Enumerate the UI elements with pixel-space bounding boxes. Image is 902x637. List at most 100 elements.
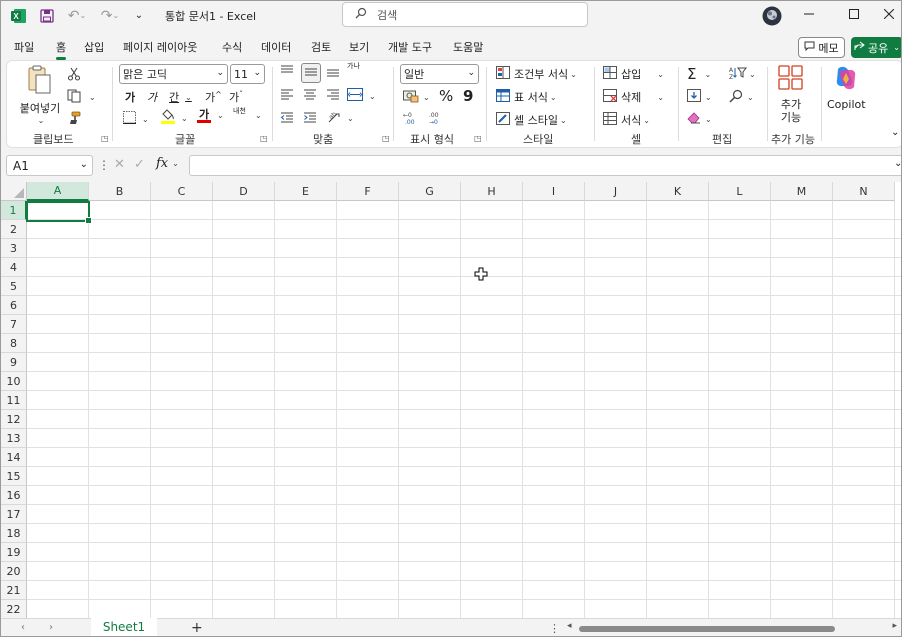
shrink-font-button[interactable]: 가ˇ — [229, 89, 243, 105]
copy-button[interactable]: ⌄ — [67, 89, 96, 106]
row-header[interactable]: 2 — [1, 220, 27, 239]
column-header[interactable]: H — [461, 182, 523, 201]
format-painter-button[interactable] — [67, 111, 81, 128]
more-options-icon[interactable]: ⋮ — [98, 158, 110, 172]
font-launcher-icon[interactable]: ◳ — [260, 134, 268, 143]
customize-qat-icon[interactable]: ⌄ — [132, 1, 146, 30]
align-left-button[interactable] — [280, 89, 294, 104]
row-header[interactable]: 19 — [1, 543, 27, 562]
row-header[interactable]: 5 — [1, 277, 27, 296]
row-header[interactable]: 1 — [1, 201, 27, 220]
column-header[interactable]: F — [337, 182, 399, 201]
align-right-button[interactable] — [326, 89, 340, 104]
column-header[interactable]: J — [585, 182, 647, 201]
decrease-indent-button[interactable] — [280, 112, 294, 127]
row-header[interactable]: 15 — [1, 467, 27, 486]
column-header[interactable]: D — [213, 182, 275, 201]
align-center-button[interactable] — [303, 89, 317, 104]
column-header[interactable]: B — [89, 182, 151, 201]
row-header[interactable]: 7 — [1, 315, 27, 334]
row-header[interactable]: 21 — [1, 581, 27, 600]
cancel-entry-icon[interactable]: ✕ — [114, 157, 125, 172]
minimize-button[interactable] — [787, 1, 831, 27]
formula-input[interactable] — [189, 155, 901, 176]
cut-button[interactable] — [67, 67, 81, 84]
bold-button[interactable]: 가 — [125, 89, 135, 105]
increase-indent-button[interactable] — [303, 112, 317, 127]
name-box[interactable]: A1 ⌄ — [6, 155, 93, 176]
column-header[interactable]: A — [27, 182, 89, 201]
delete-cells-button[interactable]: 삭제 ⌄ — [603, 89, 664, 105]
next-sheet-icon[interactable]: › — [49, 622, 53, 633]
tab-home[interactable]: 홈 — [56, 39, 67, 60]
align-top-button[interactable] — [280, 65, 294, 80]
orientation-button[interactable]: ab ⌄ — [327, 110, 354, 127]
confirm-entry-icon[interactable]: ✓ — [134, 157, 145, 172]
column-header[interactable]: C — [151, 182, 213, 201]
active-cell-a1[interactable] — [26, 201, 92, 224]
horizontal-scrollbar[interactable]: ◂ ▸ — [567, 621, 901, 634]
row-header[interactable]: 6 — [1, 296, 27, 315]
fill-color-button[interactable]: ⌄ — [161, 109, 188, 128]
border-button[interactable]: ⌄ — [123, 111, 149, 127]
decrease-decimal-button[interactable]: .00 →0 — [427, 111, 443, 128]
select-all-button[interactable] — [1, 182, 27, 201]
share-button[interactable]: 공유 ⌄ — [851, 37, 901, 58]
column-header[interactable]: M — [771, 182, 833, 201]
tab-help[interactable]: 도움말 — [453, 39, 483, 55]
save-icon[interactable] — [37, 1, 57, 30]
font-color-button[interactable]: 가 — [197, 109, 211, 123]
wrap-text-button[interactable]: 가나 — [347, 63, 363, 70]
scroll-right-icon[interactable]: ▸ — [892, 621, 897, 631]
column-header[interactable]: G — [399, 182, 461, 201]
row-header[interactable]: 9 — [1, 353, 27, 372]
underline-button[interactable]: 간 ⌄ — [169, 89, 192, 105]
accounting-format-button[interactable]: ⌄ — [403, 89, 430, 106]
alignment-launcher-icon[interactable]: ◳ — [382, 134, 390, 143]
comma-style-button[interactable]: 9 — [463, 87, 473, 105]
add-ins-button[interactable]: 추가 기능 — [778, 65, 804, 124]
row-header[interactable]: 16 — [1, 486, 27, 505]
tab-formulas[interactable]: 수식 — [222, 39, 242, 55]
expand-formula-bar-icon[interactable]: ⌄ — [894, 158, 901, 169]
row-header[interactable]: 12 — [1, 410, 27, 429]
font-color-dropdown-icon[interactable]: ⌄ — [215, 111, 224, 120]
memo-button[interactable]: 메모 — [798, 37, 845, 58]
row-header[interactable]: 20 — [1, 562, 27, 581]
align-middle-button[interactable] — [301, 63, 321, 83]
sheet-tab-sheet1[interactable]: Sheet1 — [91, 618, 157, 636]
row-header[interactable]: 13 — [1, 429, 27, 448]
sort-filter-button[interactable]: AZ ⌄ — [729, 66, 756, 82]
number-format-select[interactable]: 일반 ⌄ — [400, 64, 479, 84]
conditional-formatting-button[interactable]: 조건부 서식 ⌄ — [496, 66, 577, 82]
avatar[interactable] — [761, 1, 783, 30]
italic-button[interactable]: 가 — [147, 89, 157, 105]
worksheet-grid[interactable]: A B C D E F G H I J K L M N 1 2 3 4 5 6 7 8 9 10 11 12 13 14 15 16 17 1… — [1, 182, 901, 618]
add-sheet-icon[interactable]: + — [191, 620, 203, 636]
column-header[interactable]: E — [275, 182, 337, 201]
tab-view[interactable]: 보기 — [349, 39, 369, 55]
column-header[interactable]: L — [709, 182, 771, 201]
scrollbar-thumb[interactable] — [579, 626, 835, 632]
row-header[interactable]: 14 — [1, 448, 27, 467]
column-header[interactable]: K — [647, 182, 709, 201]
font-size-select[interactable]: 11 ⌄ — [230, 64, 265, 84]
format-cells-button[interactable]: 서식 ⌄ — [603, 112, 650, 128]
row-header[interactable]: 18 — [1, 524, 27, 543]
tab-split-handle[interactable]: ⋮ — [549, 622, 560, 635]
row-header[interactable]: 10 — [1, 372, 27, 391]
clipboard-launcher-icon[interactable]: ◳ — [101, 134, 109, 143]
tab-page-layout[interactable]: 페이지 레이아웃 — [123, 39, 197, 55]
scroll-left-icon[interactable]: ◂ — [567, 621, 572, 631]
increase-decimal-button[interactable]: ←0.00 — [403, 111, 419, 128]
tab-data[interactable]: 데이터 — [261, 39, 291, 55]
tab-file[interactable]: 파일 — [14, 39, 34, 55]
phonetic-dropdown-icon[interactable]: ⌄ — [253, 111, 262, 120]
row-header[interactable]: 8 — [1, 334, 27, 353]
row-header[interactable]: 3 — [1, 239, 27, 258]
fill-button[interactable]: ⌄ — [687, 89, 712, 105]
redo-icon[interactable]: ↷ ⌄ — [96, 1, 124, 30]
row-header[interactable]: 11 — [1, 391, 27, 410]
copilot-button[interactable]: Copilot — [827, 65, 866, 111]
grow-font-button[interactable]: 가 ^ — [205, 89, 222, 105]
